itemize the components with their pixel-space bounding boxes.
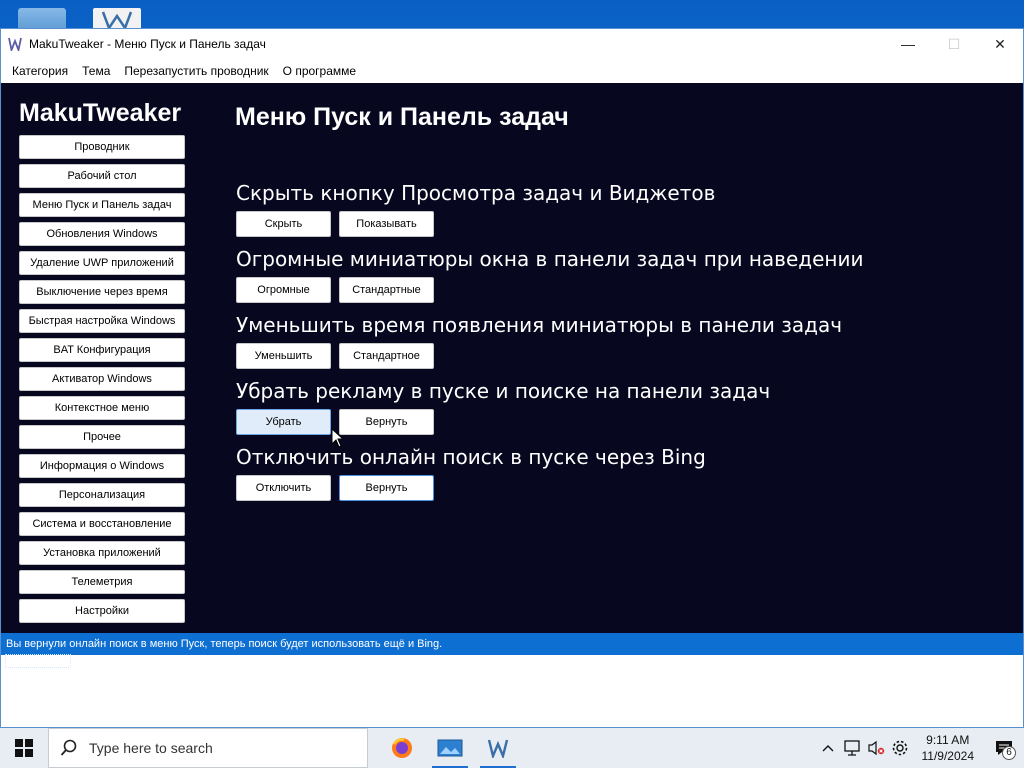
sidebar-item-desktop[interactable]: Рабочий стол	[19, 164, 185, 188]
huge-button[interactable]: Огромные	[236, 277, 331, 303]
main-content: MakuTweaker Проводник Рабочий стол Меню …	[1, 83, 1023, 633]
sidebar-item-windows-updates[interactable]: Обновления Windows	[19, 222, 185, 246]
standard-delay-button[interactable]: Стандартное	[339, 343, 434, 369]
sidebar-item-settings[interactable]: Настройки	[19, 599, 185, 623]
start-button[interactable]	[0, 728, 48, 768]
show-button[interactable]: Показывать	[339, 211, 434, 237]
recycle-bin-desktop-icon[interactable]	[18, 8, 66, 30]
menu-category[interactable]: Категория	[5, 59, 75, 83]
section-remove-ads: Убрать рекламу в пуске и поиске на панел…	[236, 379, 770, 435]
section-heading: Отключить онлайн поиск в пуске через Bin…	[236, 445, 706, 469]
photos-taskbar-button[interactable]	[426, 728, 474, 768]
disable-bing-button[interactable]: Отключить	[236, 475, 331, 501]
reduce-button[interactable]: Уменьшить	[236, 343, 331, 369]
system-tray: 9:11 AM 11/9/2024 6	[816, 728, 1024, 768]
search-icon	[49, 739, 89, 757]
sidebar-item-system-restore[interactable]: Система и восстановление	[19, 512, 185, 536]
title-bar: MakuTweaker - Меню Пуск и Панель задач —…	[1, 29, 1023, 59]
image-viewer-icon	[437, 739, 463, 757]
menu-theme[interactable]: Тема	[75, 59, 117, 83]
sidebar-item-bat-config[interactable]: BAT Конфигурация	[19, 338, 185, 362]
hide-button[interactable]: Скрыть	[236, 211, 331, 237]
restore-ads-button[interactable]: Вернуть	[339, 409, 434, 435]
section-thumbnail-delay: Уменьшить время появления миниатюры в па…	[236, 313, 842, 369]
window-title: MakuTweaker - Меню Пуск и Панель задач	[29, 37, 266, 51]
restore-bing-button[interactable]: Вернуть	[339, 475, 434, 501]
sidebar-item-other[interactable]: Прочее	[19, 425, 185, 449]
firefox-icon	[392, 738, 412, 758]
sidebar-item-context-menu[interactable]: Контекстное меню	[19, 396, 185, 420]
status-bar: Вы вернули онлайн поиск в меню Пуск, теп…	[1, 633, 1023, 655]
sidebar-item-activator[interactable]: Активатор Windows	[19, 367, 185, 391]
makutweaker-app-icon	[487, 739, 509, 758]
clock-time: 9:11 AM	[926, 733, 970, 747]
section-bing-search: Отключить онлайн поиск в пуске через Bin…	[236, 445, 706, 501]
taskbar-search-box[interactable]: Type here to search	[48, 728, 368, 768]
standard-thumbnails-button[interactable]: Стандартные	[339, 277, 434, 303]
notification-count-badge: 6	[1002, 746, 1016, 760]
menu-bar: Категория Тема Перезапустить проводник О…	[1, 59, 1023, 83]
notification-center-button[interactable]: 6	[984, 740, 1024, 760]
chevron-up-icon[interactable]	[816, 744, 840, 752]
gear-icon[interactable]	[888, 739, 912, 757]
app-window: MakuTweaker - Меню Пуск и Панель задач —…	[0, 28, 1024, 728]
section-heading: Скрыть кнопку Просмотра задач и Виджетов	[236, 181, 716, 205]
remove-ads-button[interactable]: Убрать	[236, 409, 331, 435]
maximize-button[interactable]: ☐	[931, 29, 977, 59]
sidebar-item-uwp-removal[interactable]: Удаление UWP приложений	[19, 251, 185, 275]
close-button[interactable]: ✕	[977, 29, 1023, 59]
menu-about[interactable]: О программе	[276, 59, 363, 83]
sidebar-nav: Проводник Рабочий стол Меню Пуск и Панел…	[19, 135, 185, 628]
section-heading: Уменьшить время появления миниатюры в па…	[236, 313, 843, 337]
sidebar-item-shutdown-timer[interactable]: Выключение через время	[19, 280, 185, 304]
section-heading: Убрать рекламу в пуске и поиске на панел…	[236, 379, 771, 403]
sidebar-item-quick-setup[interactable]: Быстрая настройка Windows	[19, 309, 185, 333]
volume-muted-icon[interactable]	[864, 740, 888, 756]
taskbar: Type here to search 9:11 AM 11/9/2024 6	[0, 728, 1024, 768]
menu-restart-explorer[interactable]: Перезапустить проводник	[117, 59, 275, 83]
firefox-taskbar-button[interactable]	[378, 728, 426, 768]
sidebar-item-telemetry[interactable]: Телеметрия	[19, 570, 185, 594]
section-hide-taskview: Скрыть кнопку Просмотра задач и Виджетов…	[236, 181, 715, 237]
network-icon[interactable]	[840, 740, 864, 756]
search-placeholder: Type here to search	[89, 740, 213, 756]
windows-logo-icon	[15, 739, 33, 757]
desktop-selected-file-label[interactable]: Img0_(Win...	[5, 654, 72, 668]
sidebar-item-app-install[interactable]: Установка приложений	[19, 541, 185, 565]
page-title: Меню Пуск и Панель задач	[235, 103, 569, 131]
section-huge-thumbnails: Огромные миниатюры окна в панели задач п…	[236, 247, 863, 303]
sidebar-item-start-taskbar[interactable]: Меню Пуск и Панель задач	[19, 193, 185, 217]
minimize-button[interactable]: —	[885, 29, 931, 59]
sidebar-item-personalization[interactable]: Персонализация	[19, 483, 185, 507]
sidebar-item-explorer[interactable]: Проводник	[19, 135, 185, 159]
sidebar-app-name: MakuTweaker	[19, 99, 182, 127]
mouse-cursor-icon	[331, 428, 345, 448]
makutweaker-desktop-icon[interactable]	[93, 8, 141, 30]
taskbar-clock[interactable]: 9:11 AM 11/9/2024	[912, 732, 985, 764]
section-heading: Огромные миниатюры окна в панели задач п…	[236, 247, 864, 271]
clock-date: 11/9/2024	[921, 749, 975, 763]
makutweaker-taskbar-button[interactable]	[474, 728, 522, 768]
sidebar-item-windows-info[interactable]: Информация о Windows	[19, 454, 185, 478]
makutweaker-logo-icon	[7, 36, 23, 52]
